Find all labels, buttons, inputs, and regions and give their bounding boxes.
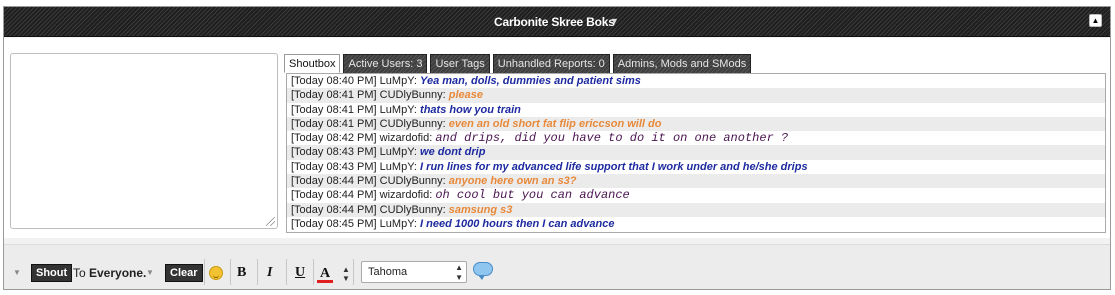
message-text: I run lines for my advanced life support… [420, 160, 808, 173]
shout-target-select[interactable]: Everyone. [89, 264, 146, 282]
message-row: [Today 08:41 PM] CUDlyBunny: even an old… [287, 116, 1105, 132]
message-time: [Today 08:44 PM] [291, 189, 377, 202]
bold-button[interactable]: B [237, 264, 246, 282]
shoutbox-window: Carbonite Skree Boks ▼ ▲ Shoutbox Active… [3, 6, 1111, 290]
message-time: [Today 08:44 PM] [291, 175, 377, 188]
message-text: thats how you train [420, 103, 521, 116]
message-row: [Today 08:44 PM] wizardofid: oh cool but… [287, 188, 1105, 202]
message-user[interactable]: LuMpY: [380, 75, 417, 87]
tab-shoutbox[interactable]: Shoutbox [284, 54, 341, 73]
smiley-icon-face [209, 266, 223, 280]
resize-handle-icon[interactable] [266, 217, 275, 226]
toolbar: ▼ Shout To Everyone. ▼ Clear B I U A ▲ ▼ … [4, 244, 1110, 289]
font-family-value: Tahoma [368, 266, 408, 278]
divider [204, 259, 205, 285]
message-user[interactable]: wizardofid: [380, 132, 433, 144]
tab-label: Admins, Mods and SMods [617, 58, 747, 70]
message-user[interactable]: LuMpY: [380, 104, 417, 116]
font-color-button[interactable]: A [317, 264, 334, 283]
title-bar[interactable]: Carbonite Skree Boks ▼ ▲ [4, 7, 1110, 37]
font-family-select[interactable]: Tahoma ▲ ▼ [361, 261, 467, 283]
message-user[interactable]: CUDlyBunny: [380, 175, 446, 187]
message-row: [Today 08:44 PM] CUDlyBunny: samsung s3 [287, 202, 1105, 217]
message-text: Yea man, dolls, dummies and patient sims [420, 75, 641, 87]
message-row: [Today 08:43 PM] LuMpY: I run lines for … [287, 160, 1105, 174]
message-list[interactable]: [Today 08:40 PM] LuMpY: Yea man, dolls, … [286, 73, 1106, 233]
message-user[interactable]: wizardofid: [380, 189, 433, 201]
message-time: [Today 08:43 PM] [291, 146, 377, 159]
message-user[interactable]: CUDlyBunny: [380, 204, 446, 216]
divider [286, 259, 287, 285]
message-time: [Today 08:41 PM] [291, 103, 377, 116]
message-text: samsung s3 [448, 203, 513, 216]
message-row: [Today 08:44 PM] CUDlyBunny: anyone here… [287, 174, 1105, 189]
font-color-icon: A [317, 267, 334, 283]
message-time: [Today 08:44 PM] [291, 203, 377, 216]
underline-button[interactable]: U [295, 264, 305, 282]
message-time: [Today 08:43 PM] [291, 160, 377, 173]
message-row: [Today 08:42 PM] wizardofid: and drips, … [287, 131, 1105, 145]
message-row: [Today 08:45 PM] LuMpY: I need 1000 hour… [287, 217, 1105, 231]
message-time: [Today 08:40 PM] [291, 75, 377, 87]
smiley-icon[interactable] [209, 266, 223, 284]
message-text: oh cool but you can advance [435, 188, 630, 203]
tab-user-tags[interactable]: User Tags [430, 54, 490, 73]
shout-button[interactable]: Shout [31, 264, 73, 282]
divider [313, 259, 314, 285]
message-time: [Today 08:41 PM] [291, 89, 377, 102]
chevron-down-icon[interactable]: ▼ [610, 16, 619, 26]
tab-label: Shoutbox [289, 58, 336, 70]
tab-label: Unhandled Reports: 0 [497, 58, 605, 70]
chevron-down-icon[interactable]: ▼ [146, 264, 154, 282]
tab-label: Active Users: 3 [348, 58, 423, 70]
message-user[interactable]: LuMpY: [380, 146, 417, 158]
shout-input[interactable] [10, 53, 278, 229]
select-arrows-icon: ▲ ▼ [455, 263, 463, 282]
divider [257, 259, 258, 285]
chat-bubble-icon[interactable] [473, 262, 493, 280]
message-row: [Today 08:41 PM] LuMpY: thats how you tr… [287, 103, 1105, 117]
message-user[interactable]: CUDlyBunny: [380, 118, 446, 130]
chevron-down-icon[interactable]: ▼ [13, 264, 21, 282]
message-text: I need 1000 hours then I can advance [420, 217, 615, 230]
message-user[interactable]: CUDlyBunny: [380, 89, 446, 101]
message-text: we dont drip [420, 146, 486, 159]
shoutbox-panel: Shoutbox Active Users: 3 User Tags Unhan… [4, 38, 1110, 238]
tab-unhandled-reports[interactable]: Unhandled Reports: 0 [492, 54, 610, 73]
message-text: and drips, did you have to do it on one … [435, 131, 789, 146]
message-row: [Today 08:40 PM] LuMpY: Yea man, dolls, … [287, 74, 1105, 88]
message-text: anyone here own an s3? [448, 175, 577, 188]
tab-bar: Shoutbox Active Users: 3 User Tags Unhan… [284, 54, 752, 73]
tab-active-users[interactable]: Active Users: 3 [343, 54, 428, 73]
tab-admins-mods[interactable]: Admins, Mods and SMods [612, 54, 752, 73]
message-time: [Today 08:45 PM] [291, 217, 377, 230]
clear-button[interactable]: Clear [165, 264, 203, 282]
tab-label: User Tags [435, 58, 485, 70]
font-color-stepper-icon[interactable]: ▲ ▼ [342, 265, 350, 283]
shoutbox-title[interactable]: Carbonite Skree Boks [494, 15, 615, 29]
message-text: please [448, 89, 484, 102]
message-user[interactable]: LuMpY: [380, 218, 417, 230]
message-row: [Today 08:41 PM] CUDlyBunny: please [287, 88, 1105, 103]
divider [353, 259, 354, 285]
shout-to-label: To [73, 266, 86, 280]
message-time: [Today 08:42 PM] [291, 132, 377, 145]
collapse-up-icon[interactable]: ▲ [1089, 14, 1102, 27]
message-row: [Today 08:43 PM] LuMpY: we dont drip [287, 145, 1105, 160]
message-time: [Today 08:41 PM] [291, 117, 377, 130]
message-user[interactable]: LuMpY: [380, 161, 417, 173]
italic-button[interactable]: I [267, 264, 272, 282]
message-text: even an old short fat flip ericcson will… [448, 117, 662, 130]
divider [230, 259, 231, 285]
